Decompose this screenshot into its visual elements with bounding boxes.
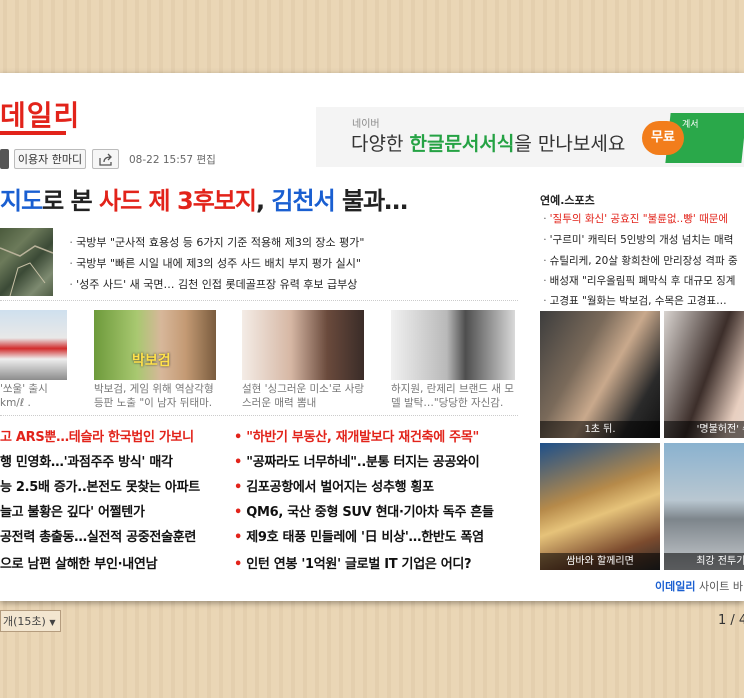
- news-headline[interactable]: QM6, 국산 중형 SUV 현대·기아차 독주 흔들: [234, 501, 518, 520]
- photo-bogum[interactable]: 박보검: [94, 310, 216, 380]
- logo-underline: [0, 131, 66, 135]
- sidebar-photo-caption: 쌈바와 할께리면: [540, 553, 660, 570]
- feedback-button[interactable]: 이용자 한마디: [14, 149, 86, 169]
- news-headline[interactable]: 늘고 불황은 깊다' 어쩔텐가: [0, 501, 145, 520]
- sidebar-footer[interactable]: 이데일리 사이트 바: [655, 578, 743, 594]
- edaily-logo[interactable]: 데일리: [0, 100, 80, 132]
- news-widget-card: 데일리 이용자 한마디 08-22 15:57 편집 네이버 다양한 한글문서서…: [0, 73, 744, 601]
- sidebar-photo-suzy[interactable]: '명불허전' 수: [664, 311, 744, 438]
- prev-button[interactable]: [0, 149, 9, 169]
- sidebar-photo-caption: 최강 전투기 ·: [664, 553, 744, 570]
- photo-overlay-text: 박보검: [132, 353, 171, 369]
- chevron-down-icon: ▼: [49, 618, 56, 627]
- sub-news-item[interactable]: '성주 사드' 새 국면… 김천 인접 롯데골프장 유력 후보 급부상: [66, 276, 357, 292]
- sidebar-photo-ufc[interactable]: 1초 뒤.: [540, 311, 660, 438]
- photo-caption[interactable]: 설현 '싱그러운 미소'로 사랑 스러운 매력 뽐내: [242, 382, 366, 410]
- page-indicator: 1 / 4: [718, 613, 744, 628]
- sidebar-photo-samba[interactable]: 쌈바와 할께리면: [540, 443, 660, 570]
- ad-doc-label: 계서: [682, 120, 699, 130]
- rotation-interval-select[interactable]: 개(15초) ▼: [0, 610, 61, 632]
- free-badge: 무료: [642, 121, 684, 155]
- sidebar-title: 연예.스포츠: [540, 194, 595, 207]
- news-headline[interactable]: 제9호 태풍 민들레에 '日 비상'…한반도 폭염: [234, 526, 518, 545]
- divider: [0, 415, 518, 416]
- news-headline[interactable]: 행 민영화…'과점주주 방식' 매각: [0, 451, 173, 470]
- news-headline[interactable]: 인턴 연봉 '1억원' 글로벌 IT 기업은 어디?: [234, 553, 518, 572]
- sidebar-news-item[interactable]: 고경표 "월화는 박보검, 수목은 고경표…: [540, 293, 727, 308]
- share-icon: [98, 153, 112, 166]
- news-headline[interactable]: 김포공항에서 벌어지는 성추행 횡포: [234, 476, 518, 495]
- sidebar-news-item[interactable]: '구르미' 캐릭터 5인방의 개성 넘치는 매력: [540, 232, 734, 247]
- news-headline[interactable]: "공짜라도 너무하네"..분통 터지는 공공와이: [234, 451, 518, 470]
- sidebar-photo-caption: '명불허전' 수: [664, 421, 744, 438]
- sidebar-photo-caption: 1초 뒤.: [540, 421, 660, 438]
- sidebar-photo-fighter-jet[interactable]: 최강 전투기 ·: [664, 443, 744, 570]
- photo-seolhyun[interactable]: [242, 310, 364, 380]
- share-button[interactable]: [92, 149, 119, 169]
- photo-caption[interactable]: 하지원, 란제리 브랜드 새 모델 발탁…"당당한 자신감.: [391, 382, 516, 410]
- main-headline[interactable]: 지도로 본 사드 제 3후보지, 김천서 불과…: [0, 181, 408, 216]
- sub-news-item[interactable]: 국방부 "빠른 시일 내에 제3의 성주 사드 배치 부지 평가 실시": [66, 255, 361, 271]
- photo-car[interactable]: [0, 310, 67, 380]
- news-headline-highlight[interactable]: "하반기 부동산, 재개발보다 재건축에 주목": [234, 426, 518, 445]
- ad-banner[interactable]: 네이버 다양한 한글문서서식을 만나보세요 계서 무료: [316, 107, 744, 167]
- sub-news-item[interactable]: 국방부 "군사적 효용성 등 6가지 기준 적용해 제3의 장소 평가": [66, 234, 364, 250]
- photo-caption[interactable]: 박보검, 게임 위해 역삼각형 등판 노출 "이 남자 뒤태마.: [94, 382, 216, 410]
- ad-text: 다양한 한글문서서식을 만나보세요: [351, 133, 626, 155]
- sidebar-news-item[interactable]: '질투의 화신' 공효진 "불륜없..빵' 때문에: [540, 211, 728, 226]
- news-headline[interactable]: 으로 남편 살해한 부인·내연남: [0, 553, 158, 572]
- news-headline[interactable]: 공전력 총출동…실전적 공중전술훈련: [0, 526, 196, 545]
- photo-caption[interactable]: '쏘울' 출시 km/ℓ .: [0, 382, 68, 410]
- sidebar-news-item[interactable]: 배성재 "리우올림픽 폐막식 후 대규모 징계: [540, 273, 736, 288]
- map-roads: [0, 245, 54, 297]
- photo-hajiwon[interactable]: [391, 310, 515, 380]
- ad-brand: 네이버: [352, 119, 380, 130]
- map-thumbnail[interactable]: [0, 228, 54, 297]
- divider: [0, 300, 518, 301]
- news-headline-highlight[interactable]: 고 ARS뿐…테슬라 한국법인 가보니: [0, 426, 194, 445]
- news-headline[interactable]: 능 2.5배 증가..본전도 못찾는 아파트: [0, 476, 200, 495]
- sidebar-news-item[interactable]: 슈틸리케, 20살 황희찬에 만리장성 격파 중: [540, 253, 738, 268]
- edit-timestamp: 08-22 15:57 편집: [129, 154, 216, 166]
